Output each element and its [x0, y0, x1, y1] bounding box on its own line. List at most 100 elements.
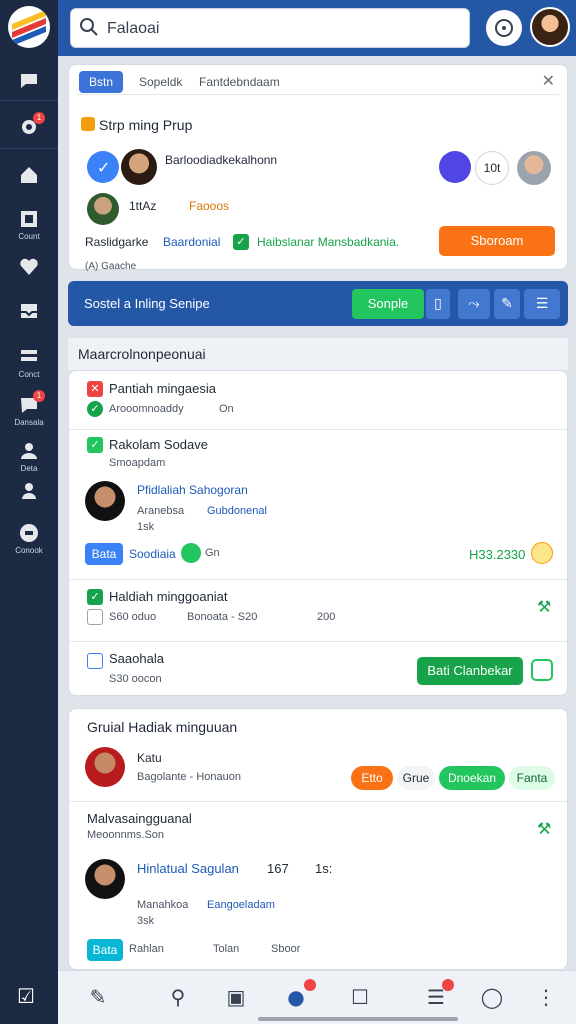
pin-icon[interactable]: ⚒ — [537, 819, 551, 838]
person-role: Manahkoa — [137, 899, 189, 911]
person-name[interactable]: Pfidlaliah Sahogoran — [137, 483, 248, 497]
footer-label: Raslidgarke — [85, 235, 149, 249]
person-avatar[interactable] — [85, 481, 125, 521]
tab-sopeldk[interactable]: Sopeldk — [139, 71, 182, 93]
sidebar-item-favorites[interactable] — [0, 256, 58, 278]
search-icon[interactable]: ⚲ — [164, 983, 192, 1011]
person-link[interactable]: Eangoeladam — [207, 899, 275, 911]
pin-icon[interactable]: ✎ — [494, 289, 520, 319]
copy-icon[interactable]: ▯ — [426, 289, 450, 319]
emoji-icon[interactable] — [531, 542, 553, 564]
divider — [69, 641, 567, 642]
group2-card: Gruial Hadiak minguuan Katu Bagolante - … — [68, 708, 568, 970]
participant-avatar[interactable] — [517, 151, 551, 185]
group-icon — [81, 117, 95, 131]
item-value: H33.2330 — [469, 547, 526, 562]
person-icon — [18, 480, 40, 502]
menu-icon[interactable]: ☰ — [524, 289, 560, 319]
action-button[interactable]: Bati Clanbekar — [417, 657, 523, 685]
member-name: 1ttAz — [129, 199, 157, 213]
person-avatar[interactable] — [85, 859, 125, 899]
person-name: Katu — [137, 751, 162, 765]
checkbox[interactable]: ✓ — [87, 589, 103, 605]
notification-badge: 1 — [33, 112, 45, 124]
sidebar-item-label: Conook — [15, 546, 43, 555]
item-sub: S60 oduo — [109, 611, 157, 623]
footer-link[interactable]: Baardonial — [163, 235, 220, 249]
member-avatar[interactable] — [87, 193, 119, 225]
sidebar-item-conook[interactable]: Conook — [0, 522, 58, 555]
chip[interactable]: Etto — [351, 766, 393, 790]
sidebar-item-conct[interactable]: Conct — [0, 346, 58, 379]
sidebar-item-label: Deta — [20, 464, 38, 473]
tag-badge[interactable]: Bata — [85, 543, 123, 565]
item-sub: Arooomnoaddy — [109, 403, 184, 415]
checkbox[interactable]: ✓ — [87, 437, 103, 453]
member-avatar[interactable] — [121, 149, 157, 185]
item-title: Haldiah minggoaniat — [109, 589, 228, 604]
user-avatar[interactable] — [530, 7, 570, 47]
tag-badge[interactable]: Bata — [87, 939, 123, 961]
chip[interactable]: Grue — [397, 766, 435, 790]
item-link[interactable]: Sboor — [271, 943, 300, 955]
sidebar-item-deta[interactable]: Deta — [0, 440, 58, 473]
pin-icon[interactable]: ⚒ — [537, 597, 551, 616]
person-name[interactable]: Hinlatual Sagulan — [137, 861, 239, 876]
checkbox[interactable] — [87, 609, 103, 625]
edit-icon[interactable]: ✎ — [84, 983, 112, 1011]
person-value: 167 — [267, 861, 289, 876]
close-icon[interactable]: ✕ — [542, 71, 555, 90]
group-title: Strp ming Prup — [99, 117, 193, 133]
sidebar-item-home[interactable] — [0, 164, 58, 186]
group-card: Bstn Sopeldk Fantdebndaam ✕ Strp ming Pr… — [68, 64, 568, 271]
sidebar-item-inbox[interactable] — [0, 300, 58, 322]
more-icon[interactable]: ⋮ — [532, 983, 560, 1011]
person-stat: 3sk — [137, 915, 155, 927]
section-subtitle: Malvasaingguanal — [87, 811, 192, 826]
divider — [69, 801, 567, 802]
item-title: Pantiah mingaesia — [109, 381, 216, 396]
sidebar-item-count[interactable]: Count — [0, 208, 58, 241]
notifications-button[interactable] — [486, 10, 522, 46]
sidebar-item-person[interactable] — [0, 480, 58, 502]
tab-fantdebndaam[interactable]: Fantdebndaam — [199, 71, 280, 93]
checklist-icon[interactable]: ☑ — [12, 982, 40, 1010]
inbox-icon — [18, 300, 40, 322]
sample-button[interactable]: Sonple — [352, 289, 424, 319]
list-icon — [18, 346, 40, 368]
chart-icon — [87, 653, 103, 669]
person-stat: 1sk — [137, 521, 155, 533]
app-logo[interactable] — [8, 6, 50, 48]
action-bar: Sostel a Inling Senipe Sonple ▯ ⤳ ✎ ☰ — [68, 281, 568, 326]
section-header: Maarcrolnonpeonuai — [68, 338, 568, 370]
sidebar-item-dansala[interactable]: 1 Dansala — [0, 390, 58, 427]
archive-icon[interactable]: ▣ — [222, 983, 250, 1011]
chat-icon[interactable]: ☐ — [346, 983, 374, 1011]
sidebar-item-chat[interactable] — [0, 70, 58, 92]
share-icon[interactable]: ⤳ — [458, 289, 490, 319]
sidebar-item-label: Conct — [18, 370, 40, 379]
search-icon — [79, 17, 101, 39]
participant-avatar[interactable] — [439, 151, 471, 183]
action-button[interactable]: Sboroam — [439, 226, 555, 256]
notification-badge: 1 — [33, 390, 45, 402]
chip[interactable]: Dnoekan — [439, 766, 505, 790]
profile-icon[interactable]: ◯ — [478, 983, 506, 1011]
item-sub: Bonoata - S20 — [187, 611, 258, 623]
participant-count[interactable]: 10t — [475, 151, 509, 185]
sidebar-item-settings[interactable]: 1 — [0, 112, 58, 138]
item-link[interactable]: Soodiaia — [129, 547, 176, 561]
sidebar: 1 Count Conct 1 Dansala Deta Conook — [0, 0, 58, 1024]
item-link[interactable]: Rahlan — [129, 943, 164, 955]
app-avatar[interactable]: ✓ — [87, 151, 119, 183]
toggle-icon[interactable] — [531, 659, 553, 681]
person-role: Aranebsa — [137, 505, 185, 517]
person-avatar[interactable] — [85, 747, 125, 787]
tab-bstn[interactable]: Bstn — [79, 71, 124, 93]
person-value: 1s: — [315, 861, 333, 876]
divider — [69, 579, 567, 580]
chip[interactable]: Fanta — [509, 766, 555, 790]
person-link[interactable]: Gubdonenal — [207, 505, 267, 517]
item-link[interactable]: Tolan — [213, 943, 239, 955]
search-input[interactable]: Falaoai — [70, 8, 470, 48]
